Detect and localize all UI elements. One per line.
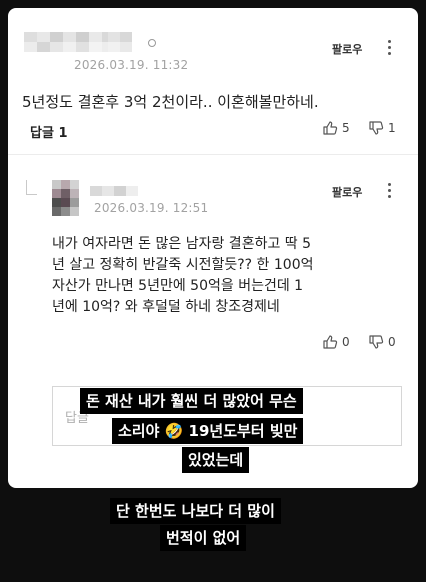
comment-line: 내가 여자라면 돈 많은 남자랑 결혼하고 딱 5	[52, 236, 312, 252]
replies-toggle[interactable]: 답글 1	[30, 122, 68, 141]
comment-date: 2026.03.19. 11:32	[74, 58, 189, 72]
like-count: 0	[342, 335, 350, 349]
more-options-icon[interactable]	[388, 40, 392, 58]
blurred-username	[90, 186, 138, 196]
edit-icon	[148, 39, 156, 47]
comment-text: 내가 여자라면 돈 많은 남자랑 결혼하고 딱 5 년 살고 정확히 반갈죽 시…	[52, 234, 313, 318]
blurred-username-tail	[108, 32, 132, 52]
dislike-button[interactable]: 1	[368, 120, 396, 136]
reply-indicator-icon	[26, 180, 37, 195]
follow-button[interactable]: 팔로우	[332, 41, 362, 57]
story-caption: 단 한번도 나보다 더 많이	[110, 498, 281, 524]
dislike-count: 0	[388, 335, 396, 349]
like-button[interactable]: 0	[322, 334, 350, 350]
comment-screenshot: 2026.03.19. 11:32 팔로우 5년정도 결혼후 3억 2천이라..…	[8, 8, 418, 488]
story-caption: 번적이 없어	[160, 525, 247, 551]
divider	[8, 154, 418, 155]
comment-text: 5년정도 결혼후 3억 2천이라.. 이혼해볼만하네.	[22, 93, 319, 111]
caption-line: 돈 재산 내가 훨씬 더 많았어 무슨	[86, 392, 297, 410]
comment-line: 년 살고 정확히 반갈죽 시전할듯?? 한 100억	[52, 257, 314, 273]
caption-line: 번적이 없어	[166, 529, 241, 547]
caption-line: 단 한번도 나보다 더 많이	[116, 502, 275, 520]
thumbs-down-icon	[368, 334, 384, 350]
thumbs-up-icon	[322, 120, 338, 136]
blurred-avatar	[52, 180, 79, 216]
like-button[interactable]: 5	[322, 120, 350, 136]
story-caption: 돈 재산 내가 훨씬 더 많았어 무슨	[80, 388, 303, 414]
like-count: 5	[342, 121, 350, 135]
story-caption: 있었는데	[182, 447, 250, 473]
caption-line: 있었는데	[188, 451, 244, 469]
dislike-button[interactable]: 0	[368, 334, 396, 350]
more-options-icon[interactable]	[388, 183, 392, 201]
story-caption: 소리야 🤣 19년도부터 빚만	[112, 418, 304, 444]
comment-date: 2026.03.19. 12:51	[94, 201, 209, 215]
comment-line: 년에 10억? 와 후덜덜 하네 창조경제네	[52, 299, 280, 315]
thumbs-up-icon	[322, 334, 338, 350]
comment-line: 자산가 만나면 5년만에 50억을 버는건데 1	[52, 278, 304, 294]
dislike-count: 1	[388, 121, 396, 135]
thumbs-down-icon	[368, 120, 384, 136]
follow-button[interactable]: 팔로우	[332, 184, 362, 200]
caption-line: 소리야 🤣 19년도부터 빚만	[118, 422, 298, 440]
